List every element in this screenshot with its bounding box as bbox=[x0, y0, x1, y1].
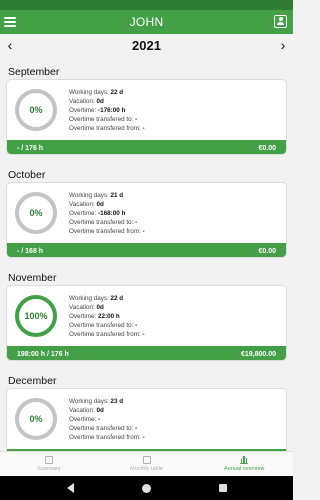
month-details: Working days: 22 d Vacation: 0d Overtime… bbox=[69, 88, 145, 132]
nav-annual-overview[interactable]: Annual overview bbox=[195, 452, 293, 476]
month-details: Working days: 21 d Vacation: 0d Overtime… bbox=[69, 191, 145, 235]
month-details: Working days: 23 d Vacation: 0d Overtime… bbox=[69, 397, 145, 441]
month-summary-bar: - / 168 h €0.00 bbox=[7, 243, 286, 257]
progress-ring: 100% bbox=[15, 295, 57, 337]
nav-summary[interactable]: Summary bbox=[0, 452, 98, 476]
month-name: October bbox=[8, 169, 46, 181]
amount-value: €0.00 bbox=[258, 247, 276, 255]
hours-value: - / 176 h bbox=[17, 144, 44, 152]
month-summary-bar: 198:00 h / 176 h €19,800.00 bbox=[7, 346, 286, 360]
progress-ring: 0% bbox=[15, 398, 57, 440]
progress-ring: 0% bbox=[15, 192, 57, 234]
previous-year-button[interactable]: ‹ bbox=[2, 36, 18, 54]
month-name: December bbox=[8, 375, 57, 387]
month-card[interactable]: 0% Working days: 21 d Vacation: 0d Overt… bbox=[6, 182, 287, 258]
bottom-navigation: Summary Monthly table Annual overview bbox=[0, 451, 293, 476]
profile-icon[interactable] bbox=[274, 15, 287, 28]
back-icon[interactable] bbox=[66, 483, 74, 493]
next-year-button[interactable]: › bbox=[275, 36, 291, 54]
nav-label: Annual overview bbox=[224, 466, 265, 472]
home-icon[interactable] bbox=[141, 483, 151, 493]
summary-icon bbox=[44, 456, 53, 464]
app-title: JOHN bbox=[129, 15, 164, 29]
progress-ring: 0% bbox=[15, 89, 57, 131]
year-selector: ‹ 2021 › bbox=[0, 34, 293, 56]
month-name: September bbox=[8, 66, 60, 78]
month-section: November 100% Working days: 22 d Vacatio… bbox=[0, 262, 293, 365]
months-list[interactable]: September 0% Working days: 22 d Vacation… bbox=[0, 56, 293, 451]
recent-apps-icon[interactable] bbox=[218, 484, 227, 492]
nav-label: Monthly table bbox=[130, 466, 163, 472]
menu-icon[interactable] bbox=[4, 15, 18, 29]
amount-value: €0.00 bbox=[258, 144, 276, 152]
nav-monthly-table[interactable]: Monthly table bbox=[98, 452, 196, 476]
app-bar: JOHN bbox=[0, 10, 293, 34]
bar-chart-icon bbox=[240, 456, 249, 464]
month-details: Working days: 22 d Vacation: 0d Overtime… bbox=[69, 294, 145, 338]
month-section: October 0% Working days: 21 d Vacation: … bbox=[0, 159, 293, 262]
month-name: November bbox=[8, 272, 57, 284]
year-label: 2021 bbox=[132, 37, 161, 53]
hours-value: - / 168 h bbox=[17, 247, 44, 255]
month-card[interactable]: 100% Working days: 22 d Vacation: 0d Ove… bbox=[6, 285, 287, 361]
hours-value: 198:00 h / 176 h bbox=[17, 350, 69, 358]
month-section: September 0% Working days: 22 d Vacation… bbox=[0, 56, 293, 159]
amount-value: €19,800.00 bbox=[240, 350, 276, 358]
nav-label: Summary bbox=[37, 466, 61, 472]
status-bar bbox=[0, 0, 293, 10]
month-card[interactable]: 0% Working days: 22 d Vacation: 0d Overt… bbox=[6, 79, 287, 155]
month-card[interactable]: 0% Working days: 23 d Vacation: 0d Overt… bbox=[6, 388, 287, 451]
table-icon bbox=[142, 456, 151, 464]
system-navigation-bar bbox=[0, 476, 293, 500]
month-section: December 0% Working days: 23 d Vacation:… bbox=[0, 365, 293, 451]
month-summary-bar: - / 176 h €0.00 bbox=[7, 140, 286, 154]
